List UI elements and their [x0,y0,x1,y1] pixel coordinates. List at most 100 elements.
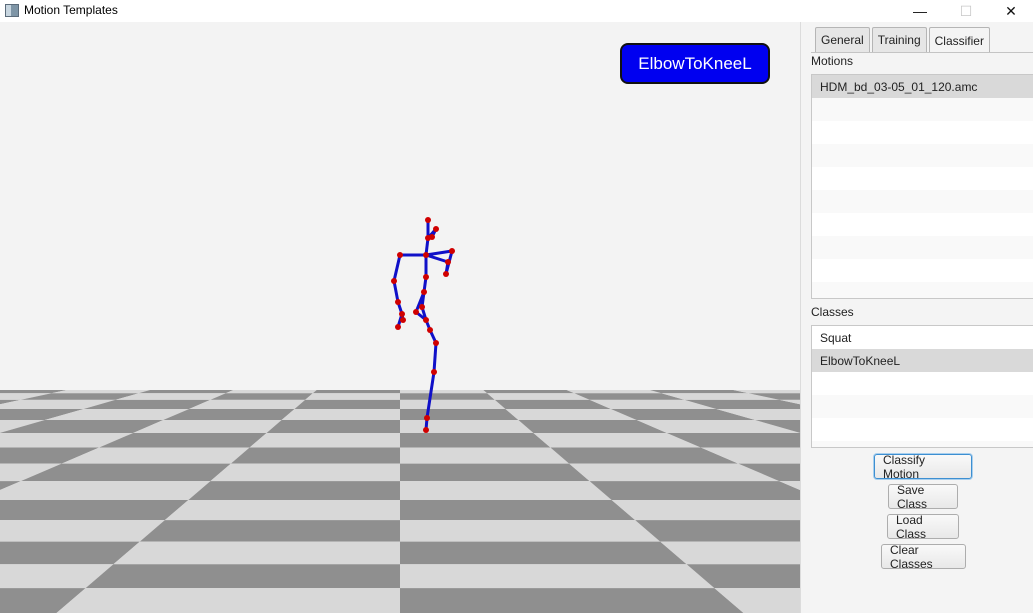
floor-tile [400,420,534,433]
motions-empty-row [812,236,1033,259]
skeleton-joint [445,259,451,265]
skeleton-joint [399,311,405,317]
skeleton-joint [421,289,427,295]
skeleton-joint [395,324,401,330]
maximize-button[interactable]: ☐ [943,0,989,22]
floor-tile [566,390,662,394]
side-panel: General Training Classifier Motions HDM_… [800,22,1033,613]
floor-tile [400,399,506,409]
motions-empty-row [812,282,1033,298]
floor-tile [635,520,800,542]
floor-tile [230,447,400,464]
motions-empty-row [812,167,1033,190]
clear-classes-button[interactable]: Clear Classes [881,543,966,571]
floor-tile [611,499,800,521]
motions-heading: Motions [811,54,854,68]
floor-tile [266,420,400,433]
save-class-button[interactable]: Save Class [888,483,958,511]
skeleton-bone [432,341,438,374]
load-class-button[interactable]: Load Class [887,513,959,541]
motions-empty-row [812,98,1033,121]
motions-empty-row [812,190,1033,213]
classes-empty-row [812,372,1033,395]
skeleton-joint [449,248,455,254]
floor-tile [400,390,488,394]
skeleton-bone [424,249,454,257]
skeleton-joint [419,304,425,310]
skeleton-joint [424,415,430,421]
skeleton-joint [423,427,429,433]
motions-empty-row [812,213,1033,236]
floor-tile [51,390,151,394]
skeleton-bone [424,253,450,264]
tab-training[interactable]: Training [871,27,927,52]
floor-tile [400,564,715,589]
skeleton-joint [433,226,439,232]
floor-tile [400,481,612,500]
classes-list-item[interactable]: ElbowToKneeL [812,349,1033,372]
floor-tile [210,463,400,482]
floor-tile [188,481,400,500]
floor-tile [85,564,400,589]
skeleton-joint [429,234,435,240]
motions-empty-row [812,144,1033,167]
classes-heading: Classes [811,305,854,319]
skeleton-bone [392,279,400,304]
floor-tile [400,447,570,464]
classes-empty-row [812,395,1033,418]
motions-empty-row [812,121,1033,144]
floor-tile [400,520,661,542]
skeleton-joint [425,217,431,223]
classes-list[interactable]: Squat ElbowToKneeL [811,325,1033,448]
classes-list-item[interactable]: Squat [812,326,1033,349]
skeleton-joint [423,317,429,323]
floor-tile [0,481,211,500]
floor-tile [650,390,749,394]
skeleton-bone [392,253,402,283]
floor-tile [164,499,400,521]
floor-tile [400,432,551,448]
skeleton-joint [433,340,439,346]
window-title: Motion Templates [24,3,118,17]
floor-tile [400,408,519,421]
floor-tile [400,541,687,565]
tab-bar: General Training Classifier [815,27,990,53]
floor-tile [483,390,575,394]
floor-tile [487,393,590,400]
classify-motion-button[interactable]: Classify Motion [874,453,972,481]
floor-tile [139,520,400,542]
motions-list[interactable]: HDM_bd_03-05_01_120.amc [811,74,1033,299]
skeleton-joint [397,252,403,258]
floor-tile [138,390,234,394]
floor-tile [225,390,317,394]
motions-empty-row [812,259,1033,282]
floor-tile [56,588,400,613]
floor-tile [294,399,400,409]
tab-general[interactable]: General [815,27,870,52]
3d-viewport[interactable]: ElbowToKneeL [0,22,800,613]
skeleton-joint [413,309,419,315]
floor-tile [305,393,400,400]
floor-tile [0,520,165,542]
floor-tile [0,499,189,521]
skeleton-joint [391,278,397,284]
floor-tile [312,390,400,394]
motions-list-item[interactable]: HDM_bd_03-05_01_120.amc [812,75,1033,98]
floor-tile [400,588,744,613]
floor-tile [249,432,400,448]
skeleton-joint [427,327,433,333]
close-button[interactable]: ✕ [988,0,1033,22]
skeleton-joint [443,271,449,277]
skeleton-joint [431,369,437,375]
floor-tile [281,408,400,421]
title-bar: Motion Templates — ☐ ✕ [0,0,1033,22]
tab-classifier[interactable]: Classifier [928,27,990,53]
tab-divider [811,52,1033,53]
skeleton-joint [400,317,406,323]
floor-tile [400,499,636,521]
scene-canvas [0,217,800,613]
minimize-button[interactable]: — [897,0,943,22]
floor-tile [400,463,590,482]
checkerboard-floor [0,390,800,613]
floor-tile [113,541,400,565]
